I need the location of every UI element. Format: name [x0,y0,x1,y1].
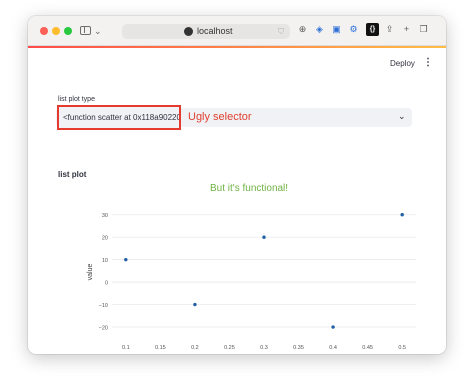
x-tick-label: 0.4 [329,345,337,350]
site-favicon-icon [184,27,193,36]
data-point [262,235,266,239]
x-tick-label: 0.35 [293,345,304,350]
x-tick-label: 0.5 [398,345,406,350]
zoom-window-button[interactable] [64,27,72,35]
app-header-decoration [28,46,446,48]
extension-3-icon[interactable]: ⚙ [347,23,360,36]
download-icon[interactable]: ⊕ [296,23,309,36]
scatter-plot: 30 20 10 0 −10 −20 0.1 0.15 0.2 0.25 0.3 0.35 0.4 0.4… [87,213,416,350]
deploy-button[interactable]: Deploy [390,59,415,68]
y-tick-label: −10 [99,303,108,309]
y-tick-label: 0 [105,281,108,287]
y-tick-label: 10 [102,258,108,264]
extension-1-icon[interactable]: ◈ [313,23,326,36]
extension-4-icon[interactable]: {} [366,23,379,36]
plot-type-selected-value[interactable]: <function scatter at 0x118a90220> [57,105,181,130]
privacy-shield-icon[interactable]: ⛉ [278,25,284,38]
tabs-overview-icon[interactable]: ❐ [417,23,430,36]
url-text: localhost [197,26,233,36]
close-window-button[interactable] [40,27,48,35]
sidebar-toggle-icon[interactable] [80,26,91,35]
y-tick-label: −20 [99,326,108,332]
y-axis-label: value [87,264,94,281]
y-tick-label: 30 [102,213,108,219]
selector-label: list plot type [58,96,95,103]
data-point [331,325,335,329]
new-tab-icon[interactable]: + [400,23,413,36]
x-tick-label: 0.15 [155,345,166,350]
functional-annotation: But it's functional! [210,183,289,194]
x-tick-label: 0.25 [224,345,235,350]
x-tick-label: 0.45 [362,345,373,350]
chevron-down-icon[interactable]: ⌄ [94,24,102,38]
address-bar[interactable]: localhost ⛉ [122,24,290,39]
title-bar: ⌄ localhost ⛉ ⊕ ◈ ▣ ⚙ {} ⇪ + ❐ [28,16,446,46]
minimize-window-button[interactable] [52,27,60,35]
share-icon[interactable]: ⇪ [383,23,396,36]
ugly-selector-annotation: Ugly selector [188,111,252,123]
x-tick-label: 0.1 [122,345,130,350]
y-tick-label: 20 [102,236,108,242]
extension-2-icon[interactable]: ▣ [330,23,343,36]
data-point [400,213,404,217]
main-menu-icon[interactable]: ⋮ [423,58,433,68]
data-point [193,302,197,307]
x-tick-label: 0.3 [260,345,268,350]
x-tick-label: 0.2 [191,345,199,350]
browser-window: ⌄ localhost ⛉ ⊕ ◈ ▣ ⚙ {} ⇪ + ❐ Deploy ⋮ … [28,16,446,354]
select-chevron-down-icon[interactable]: ⌄ [398,111,406,122]
data-point [124,257,128,262]
plot-heading: list plot [58,170,87,179]
